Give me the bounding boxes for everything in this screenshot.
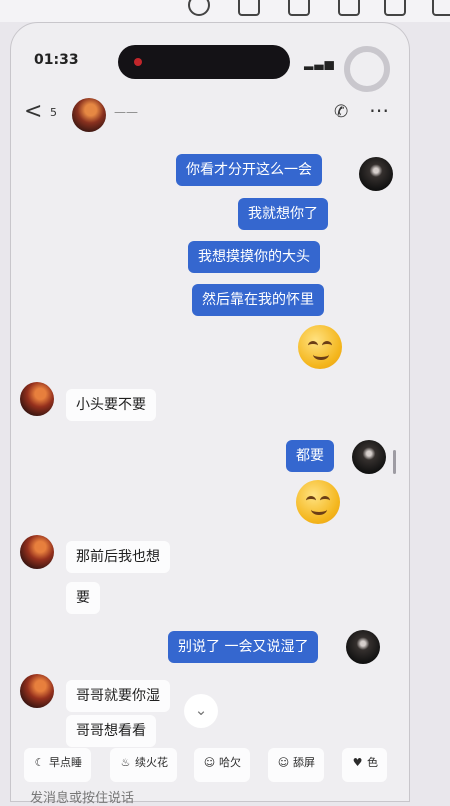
message-bubble[interactable]: 哥哥就要你湿 — [66, 680, 170, 712]
text-icon — [432, 0, 450, 16]
moon-icon: ☾ — [34, 756, 45, 769]
smiling-emoji-sticker[interactable] — [298, 325, 342, 369]
contact-avatar[interactable] — [72, 98, 106, 132]
other-avatar[interactable] — [20, 535, 54, 569]
assistive-touch-icon[interactable] — [344, 46, 390, 92]
panel-icon — [288, 0, 310, 16]
phone-icon[interactable]: ✆ — [334, 102, 348, 122]
copy-icon — [338, 0, 360, 16]
flame-icon: ♨ — [120, 756, 131, 769]
tongue-face-icon: ☺ — [277, 756, 290, 769]
chat-header: < 5 —— ✆ ⋯ — [20, 96, 400, 132]
signal-icon: ▂▃▅ — [304, 56, 335, 70]
status-time: 01:33 — [34, 52, 79, 68]
message-bubble[interactable]: 我就想你了 — [238, 198, 328, 230]
message-bubble[interactable]: 小头要不要 — [66, 389, 156, 421]
quick-reply-label: 哈欠 — [219, 756, 241, 769]
message-bubble[interactable]: 哥哥想看看 — [66, 715, 156, 747]
smiling-emoji-sticker[interactable] — [296, 480, 340, 524]
heart-eyes-icon: ♥ — [352, 756, 363, 769]
message-bubble[interactable]: 你看才分开这么一会 — [176, 154, 322, 186]
quick-reply-label: 舔屏 — [293, 756, 315, 769]
other-avatar[interactable] — [20, 382, 54, 416]
message-bubble[interactable]: 要 — [66, 582, 100, 614]
quick-reply-zaodianshui[interactable]: ☾ 早点睡 — [24, 748, 91, 782]
quick-reply-label: 色 — [367, 756, 378, 769]
message-input[interactable]: 发消息或按住说话 — [30, 787, 134, 806]
unread-count: 5 — [50, 106, 57, 119]
tag-icon — [384, 0, 406, 16]
message-bubble[interactable]: 然后靠在我的怀里 — [192, 284, 324, 316]
message-bubble[interactable]: 别说了 一会又说湿了 — [168, 631, 319, 663]
message-bubble[interactable]: 那前后我也想 — [66, 541, 170, 573]
self-avatar[interactable] — [352, 440, 386, 474]
window-icon — [238, 0, 260, 16]
quick-reply-haqian[interactable]: ☺ 哈欠 — [194, 748, 250, 782]
search-icon — [188, 0, 210, 16]
other-avatar[interactable] — [20, 674, 54, 708]
contact-name[interactable]: —— — [114, 105, 138, 119]
quick-reply-se[interactable]: ♥ 色 — [342, 748, 387, 782]
quick-reply-bar: ☾ 早点睡 ♨ 续火花 ☺ 哈欠 ☺ 舔屏 ♥ 色 — [20, 744, 410, 784]
back-icon[interactable]: < — [24, 99, 42, 124]
message-bubble[interactable]: 我想摸摸你的大头 — [188, 241, 320, 273]
quick-reply-label: 续火花 — [135, 756, 168, 769]
more-icon[interactable]: ⋯ — [369, 98, 389, 122]
scroll-to-bottom-icon[interactable]: ⌄ — [184, 694, 218, 728]
monitor-top-bar — [0, 0, 450, 22]
quick-reply-xuhuohua[interactable]: ♨ 续火花 — [110, 748, 177, 782]
self-avatar[interactable] — [346, 630, 380, 664]
yawn-face-icon: ☺ — [203, 756, 216, 769]
message-bubble[interactable]: 都要 — [286, 440, 334, 472]
recording-dot-icon — [134, 58, 142, 66]
quick-reply-label: 早点睡 — [49, 756, 82, 769]
scrollbar-thumb[interactable] — [393, 450, 396, 474]
quick-reply-tianping[interactable]: ☺ 舔屏 — [268, 748, 324, 782]
self-avatar[interactable] — [359, 157, 393, 191]
dynamic-island — [118, 45, 290, 79]
